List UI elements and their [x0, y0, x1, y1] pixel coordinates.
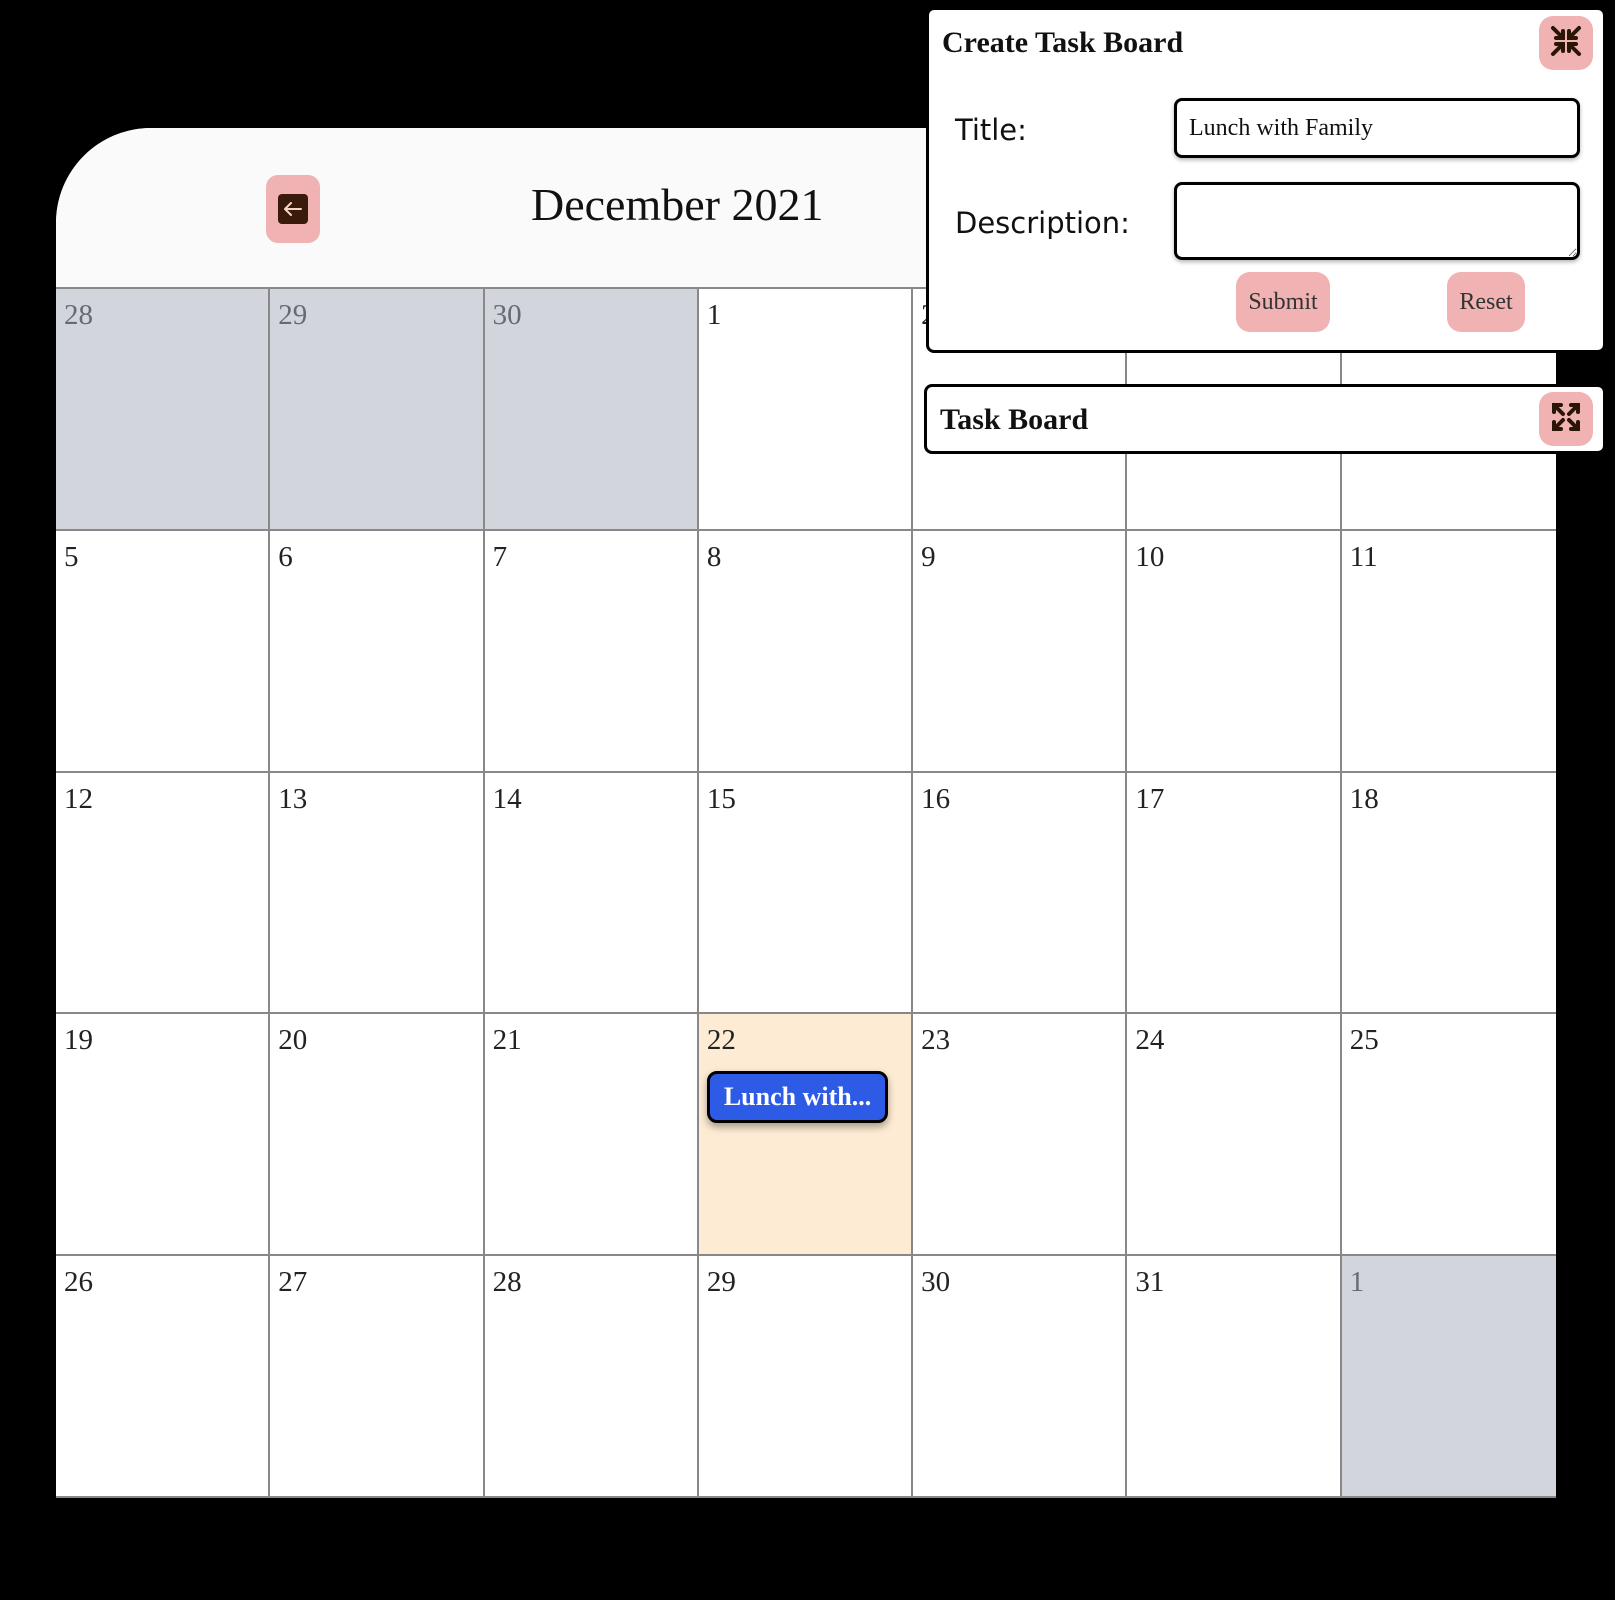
day-number: 29: [278, 299, 308, 331]
title-label: Title:: [955, 113, 1027, 147]
day-number: 10: [1135, 540, 1165, 573]
description-label: Description:: [955, 206, 1130, 240]
create-task-board-panel: Create Task Board Title: Description: Su…: [926, 7, 1606, 353]
day-number: 24: [1135, 1024, 1165, 1057]
panel-title: Task Board: [940, 403, 1089, 436]
month-title: December 2021: [531, 179, 824, 230]
day-cell[interactable]: 23: [913, 1014, 1128, 1257]
day-number: 8: [706, 540, 722, 573]
description-input[interactable]: [1174, 182, 1580, 260]
minimize-icon: [1550, 25, 1582, 62]
day-cell[interactable]: 6: [270, 530, 485, 773]
day-cell[interactable]: 12: [56, 772, 271, 1015]
day-cell[interactable]: 11: [1341, 530, 1556, 773]
day-number: 1: [1349, 1266, 1365, 1299]
day-number: 26: [64, 1266, 93, 1299]
reset-button[interactable]: Reset: [1447, 272, 1525, 332]
prev-month-button[interactable]: [266, 175, 320, 243]
day-number: 29: [706, 1266, 736, 1299]
day-number: 19: [64, 1024, 93, 1057]
day-cell[interactable]: 1: [1341, 1256, 1556, 1498]
day-cell[interactable]: 16: [913, 772, 1128, 1015]
day-cell[interactable]: 8: [698, 530, 914, 773]
day-cell[interactable]: 28: [484, 1256, 699, 1498]
day-number: 12: [64, 782, 93, 815]
expand-icon: [1550, 401, 1582, 438]
day-number: 21: [492, 1024, 522, 1057]
day-number: 30: [492, 299, 522, 331]
title-input[interactable]: [1174, 98, 1580, 158]
calendar-grid: 2829301234567891011121314151617181920212…: [56, 289, 1556, 1498]
day-cell[interactable]: 29: [698, 1256, 914, 1498]
day-cell[interactable]: 13: [270, 772, 485, 1015]
day-cell[interactable]: 14: [484, 772, 699, 1015]
day-cell[interactable]: 18: [1341, 772, 1556, 1015]
day-number: 28: [64, 299, 93, 331]
day-cell[interactable]: 7: [484, 530, 699, 773]
day-cell[interactable]: 30: [484, 289, 699, 531]
day-number: 14: [492, 782, 522, 815]
day-cell[interactable]: 5: [56, 530, 271, 773]
day-number: 28: [492, 1266, 522, 1299]
day-number: 5: [64, 540, 79, 573]
day-number: 7: [492, 540, 508, 573]
minimize-button[interactable]: [1539, 16, 1593, 70]
day-number: 30: [921, 1266, 951, 1299]
day-number: 13: [278, 782, 308, 815]
day-cell[interactable]: 20: [270, 1014, 485, 1257]
day-number: 6: [278, 540, 293, 573]
day-number: 15: [706, 782, 736, 815]
day-cell[interactable]: 1: [698, 289, 914, 531]
submit-button[interactable]: Submit: [1236, 272, 1330, 332]
day-cell[interactable]: 26: [56, 1256, 271, 1498]
day-number: 16: [921, 782, 951, 815]
day-number: 27: [278, 1266, 308, 1299]
day-cell[interactable]: 22 Lunch with...: [698, 1014, 914, 1257]
day-cell[interactable]: 27: [270, 1256, 485, 1498]
day-cell[interactable]: 31: [1127, 1256, 1342, 1498]
day-number: 11: [1349, 540, 1378, 573]
day-number: 9: [921, 540, 936, 573]
day-number: 31: [1135, 1266, 1165, 1299]
task-chip[interactable]: Lunch with...: [706, 1071, 889, 1124]
day-number: 1: [706, 299, 722, 331]
day-cell[interactable]: 10: [1127, 530, 1342, 773]
day-cell[interactable]: 25: [1341, 1014, 1556, 1257]
task-board-panel: Task Board: [924, 384, 1606, 454]
day-number: 17: [1135, 782, 1165, 815]
arrow-left-icon: [278, 194, 308, 224]
day-cell[interactable]: 17: [1127, 772, 1342, 1015]
day-cell[interactable]: 15: [698, 772, 914, 1015]
day-cell[interactable]: 30: [913, 1256, 1128, 1498]
day-cell[interactable]: 29: [270, 289, 485, 531]
day-cell[interactable]: 21: [484, 1014, 699, 1257]
expand-button[interactable]: [1539, 392, 1593, 446]
day-number: 22: [706, 1024, 736, 1057]
day-cell[interactable]: 24: [1127, 1014, 1342, 1257]
day-number: 25: [1349, 1024, 1379, 1057]
day-cell[interactable]: 19: [56, 1014, 271, 1257]
day-cell[interactable]: 28: [56, 289, 271, 531]
day-number: 18: [1349, 782, 1379, 815]
day-cell[interactable]: 9: [913, 530, 1128, 773]
panel-title: Create Task Board: [942, 26, 1184, 59]
day-number: 23: [921, 1024, 951, 1057]
day-number: 20: [278, 1024, 308, 1057]
